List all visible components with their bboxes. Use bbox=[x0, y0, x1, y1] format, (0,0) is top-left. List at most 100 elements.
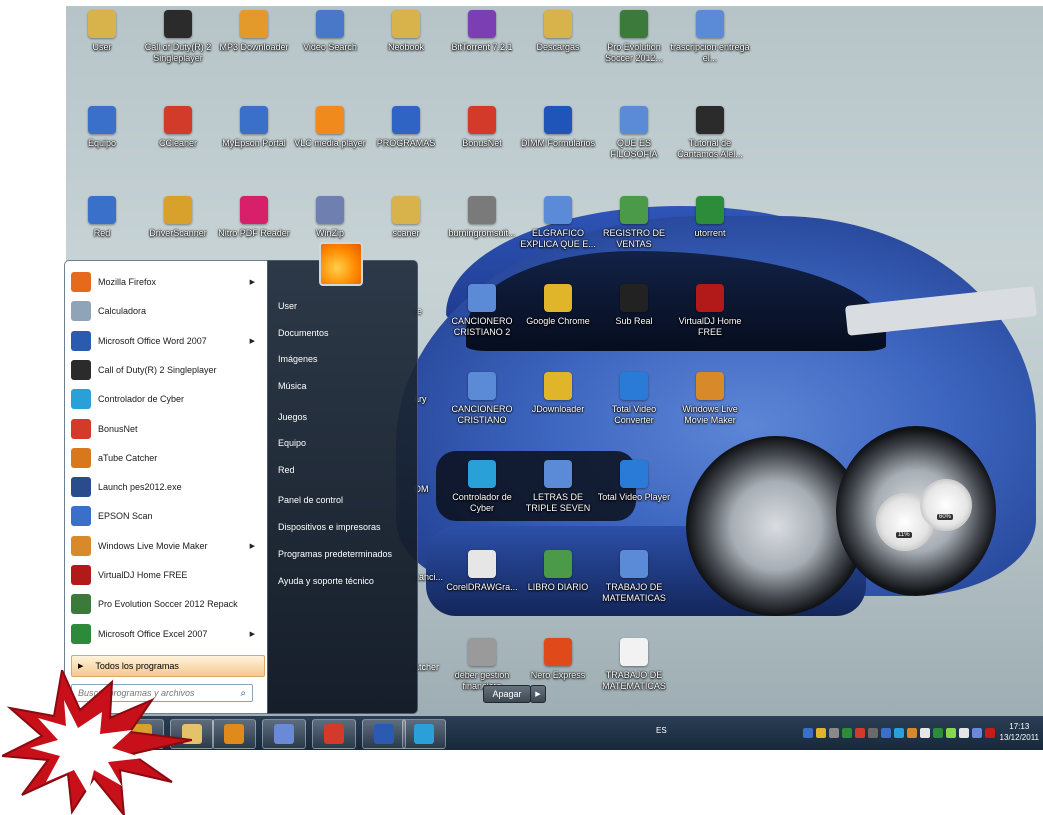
submenu-arrow-icon[interactable]: ▶ bbox=[250, 630, 255, 638]
desktop-icon[interactable]: VLC media player bbox=[290, 106, 370, 149]
desktop-icon[interactable]: Video Search bbox=[290, 10, 370, 53]
tray-icon[interactable] bbox=[816, 728, 826, 738]
desktop-icon[interactable]: BonusNet bbox=[442, 106, 522, 149]
taskbar-button-bonusnet[interactable] bbox=[312, 719, 356, 749]
desktop-icon[interactable]: Nitro PDF Reader bbox=[214, 196, 294, 239]
desktop-icon[interactable]: TRABAJO DE MATEMATICAS bbox=[594, 638, 674, 692]
clock[interactable]: 17:13 13/12/2011 bbox=[1000, 721, 1039, 743]
start-menu-program[interactable]: Windows Live Movie Maker ▶ bbox=[71, 534, 261, 558]
taskbar-button-word[interactable] bbox=[362, 719, 406, 749]
desktop-icon[interactable]: Equipo bbox=[66, 106, 142, 149]
desktop-icon[interactable]: CANCIONERO CRISTIANO bbox=[442, 372, 522, 426]
desktop-icon[interactable]: LIBRO DIARIO bbox=[518, 550, 598, 593]
submenu-arrow-icon[interactable]: ▶ bbox=[250, 542, 255, 550]
tray-icon[interactable] bbox=[881, 728, 891, 738]
desktop-icon[interactable]: Red bbox=[66, 196, 142, 239]
search-icon[interactable]: ⌕ bbox=[240, 688, 246, 699]
desktop-icon[interactable]: MP3 Downloader bbox=[214, 10, 294, 53]
start-menu-program[interactable]: VirtualDJ Home FREE bbox=[71, 563, 261, 587]
start-menu-place[interactable]: Juegos bbox=[278, 412, 307, 422]
start-menu-place[interactable]: User bbox=[278, 301, 297, 311]
tray-icon[interactable] bbox=[842, 728, 852, 738]
tray-icon[interactable] bbox=[946, 728, 956, 738]
tray-icon[interactable] bbox=[920, 728, 930, 738]
desktop-icon[interactable]: Neobook bbox=[366, 10, 446, 53]
tray-icon[interactable] bbox=[894, 728, 904, 738]
submenu-arrow-icon[interactable]: ▶ bbox=[250, 337, 255, 345]
desktop-icon[interactable]: TRABAJO DE MATEMATICAS bbox=[594, 550, 674, 604]
start-menu-program[interactable]: EPSON Scan bbox=[71, 504, 261, 528]
desktop-icon[interactable]: Descargas bbox=[518, 10, 598, 53]
desktop-icon[interactable]: CCleaner bbox=[138, 106, 218, 149]
tray-icon[interactable] bbox=[972, 728, 982, 738]
tray-icon[interactable] bbox=[985, 728, 995, 738]
start-menu-program[interactable]: Calculadora bbox=[71, 299, 261, 323]
tray-icon[interactable] bbox=[803, 728, 813, 738]
start-menu-program[interactable]: aTube Catcher bbox=[71, 446, 261, 470]
desktop-icon[interactable]: REGISTRO DE VENTAS bbox=[594, 196, 674, 250]
desktop-icon[interactable]: BitTorrent 7.2.1 bbox=[442, 10, 522, 53]
tray-icon[interactable] bbox=[829, 728, 839, 738]
desktop-icon[interactable]: trascripcion entrega el... bbox=[670, 10, 750, 64]
desktop-icon-label[interactable]: nanci... bbox=[414, 572, 443, 582]
start-menu-program[interactable]: Mozilla Firefox ▶ bbox=[71, 270, 261, 294]
start-menu-program[interactable]: Microsoft Office Excel 2007 ▶ bbox=[71, 622, 261, 646]
taskbar-button-media-player[interactable] bbox=[212, 719, 256, 749]
desktop-icon[interactable]: MyEpson Portal bbox=[214, 106, 294, 149]
desktop-icon[interactable]: Controlador de Cyber bbox=[442, 460, 522, 514]
start-menu-program[interactable]: BonusNet bbox=[71, 417, 261, 441]
desktop-icon[interactable]: Windows Live Movie Maker bbox=[670, 372, 750, 426]
start-menu-place[interactable]: Música bbox=[278, 381, 307, 391]
user-avatar[interactable] bbox=[319, 242, 363, 286]
tray-icon[interactable] bbox=[959, 728, 969, 738]
start-menu-place[interactable]: Programas predeterminados bbox=[278, 549, 392, 559]
start-menu-place[interactable]: Dispositivos e impresoras bbox=[278, 522, 381, 532]
tray-icon[interactable] bbox=[855, 728, 865, 738]
desktop-icon[interactable]: Nero Express bbox=[518, 638, 598, 681]
desktop-icon[interactable]: JDownloader bbox=[518, 372, 598, 415]
taskbar-button-cyber-controller[interactable] bbox=[402, 719, 446, 749]
start-menu-program[interactable]: Controlador de Cyber bbox=[71, 387, 261, 411]
desktop-icon[interactable]: Google Chrome bbox=[518, 284, 598, 327]
shutdown-options-button[interactable]: ▶ bbox=[530, 685, 546, 703]
desktop-icon[interactable]: Sub Real bbox=[594, 284, 674, 327]
desktop-icon[interactable]: PROGRAMAS bbox=[366, 106, 446, 149]
language-indicator[interactable]: ES bbox=[656, 726, 667, 735]
start-menu-place[interactable]: Red bbox=[278, 465, 295, 475]
desktop-icon[interactable]: DIMM Formularios bbox=[518, 106, 598, 149]
desktop-icon[interactable]: WinZip bbox=[290, 196, 370, 239]
desktop-icon[interactable]: Pro Evolution Soccer 2012... bbox=[594, 10, 674, 64]
desktop-icon[interactable]: ELGRAFICO EXPLICA QUE E... bbox=[518, 196, 598, 250]
desktop-icon[interactable]: CorelDRAWGra... bbox=[442, 550, 522, 593]
memory-meter-gadget[interactable]: 60% bbox=[920, 479, 972, 531]
tray-icon[interactable] bbox=[907, 728, 917, 738]
start-menu-place[interactable]: Panel de control bbox=[278, 495, 343, 505]
desktop-icon[interactable]: LETRAS DE TRIPLE SEVEN bbox=[518, 460, 598, 514]
start-menu-place[interactable]: Documentos bbox=[278, 328, 329, 338]
submenu-arrow-icon[interactable]: ▶ bbox=[250, 278, 255, 286]
desktop-icon[interactable]: User bbox=[66, 10, 142, 53]
start-menu-place[interactable]: Equipo bbox=[278, 438, 306, 448]
desktop-icon[interactable]: Tutorial de Cantamos Alel... bbox=[670, 106, 750, 160]
desktop-icon[interactable]: Call of Duty(R) 2 Singleplayer bbox=[138, 10, 218, 64]
tray-icon[interactable] bbox=[933, 728, 943, 738]
desktop-icon[interactable]: CANCIONERO CRISTIANO 2 bbox=[442, 284, 522, 338]
shutdown-button[interactable]: Apagar bbox=[483, 685, 531, 703]
start-menu-program[interactable]: Call of Duty(R) 2 Singleplayer bbox=[71, 358, 261, 382]
desktop-icon[interactable]: Total Video Converter bbox=[594, 372, 674, 426]
start-menu-program[interactable]: Microsoft Office Word 2007 ▶ bbox=[71, 329, 261, 353]
desktop-icon[interactable]: DriverScanner bbox=[138, 196, 218, 239]
desktop-icon[interactable]: QUE ES FILOSOFIA bbox=[594, 106, 674, 160]
start-menu-place[interactable]: Imágenes bbox=[278, 354, 318, 364]
taskbar-button-paint[interactable] bbox=[262, 719, 306, 749]
desktop-icon[interactable]: utorrent bbox=[670, 196, 750, 239]
start-menu-place[interactable]: Ayuda y soporte técnico bbox=[278, 576, 374, 586]
desktop-icon[interactable]: deber gestion financiera bbox=[442, 638, 522, 692]
start-menu-program[interactable]: Launch pes2012.exe bbox=[71, 475, 261, 499]
desktop-icon[interactable]: Total Video Player bbox=[594, 460, 674, 503]
tray-icon[interactable] bbox=[868, 728, 878, 738]
start-menu-program[interactable]: Pro Evolution Soccer 2012 Repack bbox=[71, 592, 261, 616]
desktop-icon[interactable]: VirtualDJ Home FREE bbox=[670, 284, 750, 338]
desktop-icon[interactable]: burningromsuit... bbox=[442, 196, 522, 239]
desktop-icon[interactable]: scaner bbox=[366, 196, 446, 239]
